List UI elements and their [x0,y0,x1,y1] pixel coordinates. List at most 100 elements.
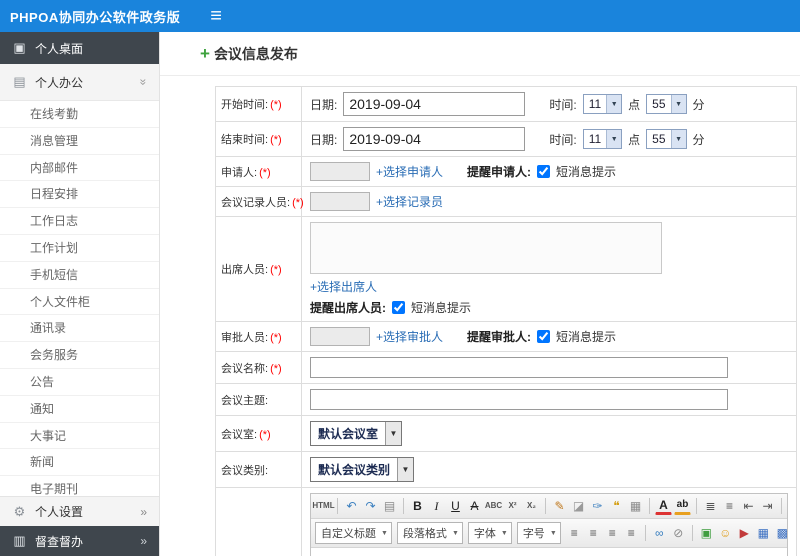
sidebar-item[interactable]: 工作计划 [0,235,159,262]
pencil-icon[interactable]: ✎ [551,497,568,515]
remove-format-icon[interactable]: ABC [485,497,502,515]
meeting-room-label-cell: 会议室: (*) [215,415,302,452]
editor-toolbar-row2-icons: ≡ ≡ ≡ ≡ ∞ ⊘ ▣ ☺ ▶ ▦ ▩ [566,524,787,542]
recorder-label-cell: 会议记录人员: (*) [215,186,304,217]
font-color-icon[interactable]: A [655,497,672,515]
html-source-icon[interactable]: HTML [312,497,334,515]
sidebar-item[interactable]: 个人文件柜 [0,289,159,316]
chevron-down-icon: ▼ [451,529,459,537]
font-size-select[interactable]: 字号 ▼ [516,522,561,544]
editor-content[interactable] [311,548,787,556]
redo-icon[interactable]: ↷ [362,497,379,515]
indent-icon[interactable]: ⇥ [759,497,776,515]
recorder-input[interactable] [310,192,370,211]
sidebar-item[interactable]: 工作日志 [0,208,159,235]
heading-style-select[interactable]: 自定义标题 ▼ [315,522,392,544]
undo-icon[interactable]: ↶ [343,497,360,515]
underline-icon[interactable]: U [447,497,464,515]
toolbar-separator [337,498,338,514]
attendees-row: 出席人员: (*) +选择出席人 提醒出席人员: 短消息提示 [215,216,797,322]
sidebar-item[interactable]: 新闻 [0,449,159,477]
sidebar-item[interactable]: 会务服务 [0,342,159,369]
font-family-select[interactable]: 字体 ▼ [467,522,512,544]
table-icon[interactable]: ▦ [755,524,772,542]
unlink-icon[interactable]: ⊘ [670,524,687,542]
subscript-icon[interactable]: X₂ [523,497,540,515]
date-label: 日期: [310,132,338,147]
start-time-row: 开始时间:(*) 日期: 时间: 11 ▼ 点 [215,86,797,122]
sidebar-item[interactable]: 消息管理 [0,128,159,155]
attendees-textarea[interactable] [310,222,662,274]
chevron-down-icon: ▼ [500,529,508,537]
sidebar-item[interactable]: 通知 [0,396,159,423]
sidebar-item[interactable]: 通讯录 [0,315,159,343]
choose-attendees-link[interactable]: +选择出席人 [310,278,377,295]
sidebar-item[interactable]: 日程安排 [0,181,159,209]
approver-input[interactable] [310,327,370,346]
meeting-topic-input[interactable] [310,389,728,410]
sidebar-item[interactable]: 公告 [0,369,159,396]
choose-approver-link[interactable]: +选择审批人 [376,328,443,345]
meeting-room-row: 会议室: (*) 默认会议室 ▼ [215,415,797,452]
justify-icon[interactable]: ≡ [623,524,640,542]
applicant-label-cell: 申请人: (*) [215,156,302,187]
superscript-icon[interactable]: X² [504,497,521,515]
meeting-category-row: 会议类别: 默认会议类别 ▼ [215,451,797,488]
meeting-topic-row: 会议主题: [215,383,797,416]
choose-applicant-link[interactable]: +选择申请人 [376,163,443,180]
bullet-list-icon[interactable]: ≡ [721,497,738,515]
eraser-icon[interactable]: ◪ [570,497,587,515]
emoticon-icon[interactable]: ☺ [717,524,734,542]
start-minute-select[interactable]: 55 ▼ [646,94,687,114]
sidebar-item-settings[interactable]: ⚙ 个人设置 » [0,496,159,526]
menu-icon[interactable]: ≡ [210,6,222,26]
sms-checkbox[interactable] [392,301,405,314]
toolbar-separator [696,498,697,514]
blockquote-icon[interactable]: ❝ [608,497,625,515]
image-icon[interactable]: ▣ [698,524,715,542]
outdent-icon[interactable]: ⇤ [740,497,757,515]
end-date-input[interactable] [343,127,526,151]
end-hour-select[interactable]: 11 ▼ [582,129,623,149]
align-right-icon[interactable]: ≡ [604,524,621,542]
sidebar-item[interactable]: 电子期刊 [0,476,159,496]
start-date-input[interactable] [343,92,526,116]
sidebar-item[interactable]: 内部邮件 [0,155,159,182]
sidebar-item[interactable]: 大事记 [0,423,159,450]
bold-icon[interactable]: B [409,497,426,515]
strikethrough-icon[interactable]: A [466,497,483,515]
remind-attendees-label: 提醒出席人员: [310,301,386,315]
choose-recorder-link[interactable]: +选择记录员 [376,193,443,210]
chevron-down-icon: ▼ [385,422,402,445]
media-icon[interactable]: ▶ [736,524,753,542]
meeting-room-select[interactable]: 默认会议室 ▼ [310,421,403,446]
paragraph-format-select[interactable]: 段落格式 ▼ [396,522,463,544]
meeting-category-select[interactable]: 默认会议类别 ▼ [310,457,415,482]
italic-icon[interactable]: I [428,497,445,515]
sms-checkbox[interactable] [537,165,551,178]
grid-icon[interactable]: ▩ [774,524,787,542]
format-brush-icon[interactable]: ✑ [589,497,606,515]
sidebar-item[interactable]: 在线考勤 [0,101,159,128]
paste-icon[interactable]: ▤ [381,497,398,515]
align-center-icon[interactable]: ≡ [585,524,602,542]
required-mark: (*) [270,362,282,375]
align-left-icon[interactable]: ≡ [566,524,583,542]
approver-label-cell: 审批人员: (*) [215,321,302,352]
start-hour-select[interactable]: 11 ▼ [582,94,623,114]
link-icon[interactable]: ∞ [651,524,668,542]
form-area: 开始时间:(*) 日期: 时间: 11 ▼ 点 [160,76,800,556]
end-minute-select[interactable]: 55 ▼ [646,129,687,149]
sidebar-item-desktop[interactable]: ▣ 个人桌面 [0,32,159,64]
minute-unit-label: 分 [692,132,705,147]
toolbar-separator [644,525,646,541]
highlight-icon[interactable]: ab [674,497,691,515]
applicant-input[interactable] [310,162,370,181]
date-icon[interactable]: ▦ [627,497,644,515]
sms-checkbox[interactable] [537,330,551,343]
ordered-list-icon[interactable]: ≣ [702,497,719,515]
sidebar-item-office[interactable]: ▤ 个人办公 » [0,64,159,101]
sidebar-item[interactable]: 手机短信 [0,262,159,289]
sidebar-item-supervise[interactable]: ▥ 督查督办 » [0,526,159,556]
meeting-name-input[interactable] [310,357,728,378]
